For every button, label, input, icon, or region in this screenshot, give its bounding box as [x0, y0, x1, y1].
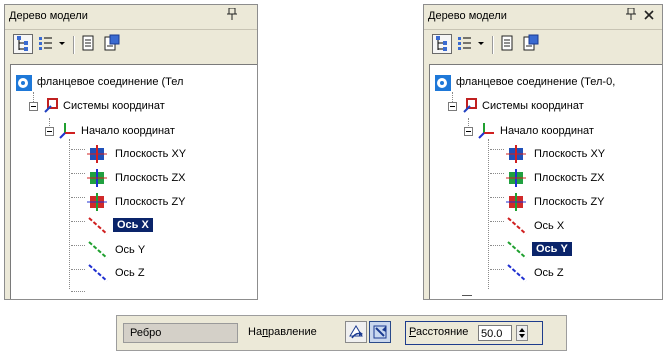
- tree-structure-icon[interactable]: [432, 34, 452, 54]
- coordinate-system-icon: [462, 98, 478, 117]
- tree-item-label: Ось Y: [115, 244, 146, 256]
- plane-xy-icon: [87, 145, 107, 166]
- property-bar: Ребро Направление Расстояние 50.0: [116, 315, 567, 351]
- pin-icon[interactable]: [626, 7, 636, 23]
- axis-y-icon: [506, 240, 528, 263]
- tree-item-origin[interactable]: Начало координат: [11, 120, 257, 144]
- panel-titlebar: Дерево модели: [5, 5, 257, 30]
- tree-item-label: Ось Z: [534, 267, 564, 279]
- collapse-toggle[interactable]: [464, 127, 473, 136]
- tree-item-label: Ось X: [534, 220, 565, 232]
- close-icon[interactable]: [644, 8, 654, 23]
- tree-item-label: Плоскость ZY: [115, 196, 186, 208]
- tree-item-label: фланцевое соединение (Тел: [37, 76, 184, 88]
- axis-x-icon: [506, 216, 528, 239]
- tree-item-label: Плоскость ZY: [534, 196, 605, 208]
- panel-title: Дерево модели: [9, 10, 88, 22]
- spin-down-icon[interactable]: [519, 334, 525, 338]
- axis-z-icon: [87, 263, 109, 286]
- list-view-icon[interactable]: [456, 34, 476, 54]
- tree-item-plane-xy[interactable]: Плоскость XY: [11, 143, 257, 167]
- collapse-toggle[interactable]: [448, 102, 457, 111]
- pin-icon[interactable]: [227, 7, 237, 23]
- edge-field-value: Ребро: [130, 327, 162, 339]
- tree-item-coordinate-systems[interactable]: Системы координат: [430, 95, 662, 119]
- tree-item-axis-z[interactable]: Ось Z: [11, 262, 257, 286]
- plane-xy-icon: [506, 145, 526, 166]
- axis-x-icon: [87, 216, 109, 239]
- tree-item-origin[interactable]: Начало координат: [430, 120, 662, 144]
- tree-item-label: Начало координат: [500, 125, 594, 137]
- tree-item-label: Системы координат: [482, 100, 584, 112]
- document-icon[interactable]: [498, 34, 518, 54]
- collapse-toggle[interactable]: [45, 127, 54, 136]
- axis-z-icon: [506, 263, 528, 286]
- tree-toolbar: [5, 30, 257, 60]
- document-properties-icon[interactable]: [522, 34, 542, 54]
- tree-item-model[interactable]: фланцевое соединение (Тел-0,: [430, 71, 662, 95]
- tree-item-label: Системы координат: [63, 100, 165, 112]
- plane-zx-icon: [506, 169, 526, 190]
- direction-forward-button[interactable]: [345, 321, 367, 343]
- plane-zx-icon: [87, 169, 107, 190]
- list-view-icon[interactable]: [37, 34, 57, 54]
- tree-item-plane-xy[interactable]: Плоскость XY: [430, 143, 662, 167]
- model-tree-panel-right: Дерево модели фланцевое соединение (Тел-…: [423, 4, 663, 300]
- document-icon[interactable]: [79, 34, 99, 54]
- distance-spinner[interactable]: [516, 325, 528, 341]
- tree-item-label: фланцевое соединение (Тел-0,: [456, 76, 616, 88]
- tree-toolbar: [424, 30, 662, 60]
- edge-field[interactable]: Ребро: [123, 323, 238, 343]
- panel-title: Дерево модели: [428, 10, 507, 22]
- direction-reverse-button[interactable]: [369, 321, 391, 343]
- part-model-icon: [15, 74, 33, 95]
- collapse-toggle[interactable]: [29, 102, 38, 111]
- model-tree-panel-left: Дерево модели фланцевое соединение (Тел …: [4, 4, 258, 300]
- tree-item-axis-y[interactable]: Ось Y: [430, 239, 662, 263]
- tree-item-label: Плоскость XY: [534, 148, 606, 160]
- distance-input[interactable]: 50.0: [478, 325, 512, 341]
- tree-item-label-selected: Ось Y: [532, 242, 572, 256]
- tree-item-label: Начало координат: [81, 125, 175, 137]
- direction-label: Направление: [248, 326, 317, 338]
- dropdown-arrow-icon[interactable]: [476, 34, 488, 54]
- distance-label: Расстояние: [409, 326, 469, 338]
- tree-item-label: Плоскость ZX: [115, 172, 186, 184]
- tree-item-axis-x[interactable]: Ось X: [11, 215, 257, 239]
- tree-item-label-selected: Ось X: [113, 218, 153, 232]
- tree-item-coordinate-systems[interactable]: Системы координат: [11, 95, 257, 119]
- plane-zy-icon: [87, 193, 107, 214]
- tree-item-plane-zy[interactable]: Плоскость ZY: [11, 191, 257, 215]
- toolbar-separator: [492, 36, 494, 54]
- tree-structure-icon[interactable]: [13, 34, 33, 54]
- tree-item-plane-zx[interactable]: Плоскость ZX: [11, 167, 257, 191]
- distance-group: Расстояние 50.0: [405, 321, 543, 345]
- axis-y-icon: [87, 240, 109, 263]
- model-tree: фланцевое соединение (Тел-0, Системы коо…: [429, 64, 662, 299]
- part-model-icon: [434, 74, 452, 95]
- tree-item-axis-x[interactable]: Ось X: [430, 215, 662, 239]
- tree-item-label: Плоскость XY: [115, 148, 187, 160]
- tree-item-axis-z[interactable]: Ось Z: [430, 262, 662, 286]
- tree-item-plane-zx[interactable]: Плоскость ZX: [430, 167, 662, 191]
- tree-item-model[interactable]: фланцевое соединение (Тел: [11, 71, 257, 95]
- model-tree: фланцевое соединение (Тел Системы коорди…: [10, 64, 257, 299]
- coordinate-system-icon: [43, 98, 59, 117]
- document-properties-icon[interactable]: [103, 34, 123, 54]
- tree-item-plane-zy[interactable]: Плоскость ZY: [430, 191, 662, 215]
- panel-titlebar: Дерево модели: [424, 5, 662, 30]
- plane-zy-icon: [506, 193, 526, 214]
- dropdown-arrow-icon[interactable]: [57, 34, 69, 54]
- tree-item-label: Плоскость ZX: [534, 172, 605, 184]
- toolbar-separator: [73, 36, 75, 54]
- spin-up-icon[interactable]: [519, 328, 525, 332]
- origin-axes-icon: [59, 121, 77, 142]
- origin-axes-icon: [478, 121, 496, 142]
- tree-item-axis-y[interactable]: Ось Y: [11, 239, 257, 263]
- tree-item-label: Ось Z: [115, 267, 145, 279]
